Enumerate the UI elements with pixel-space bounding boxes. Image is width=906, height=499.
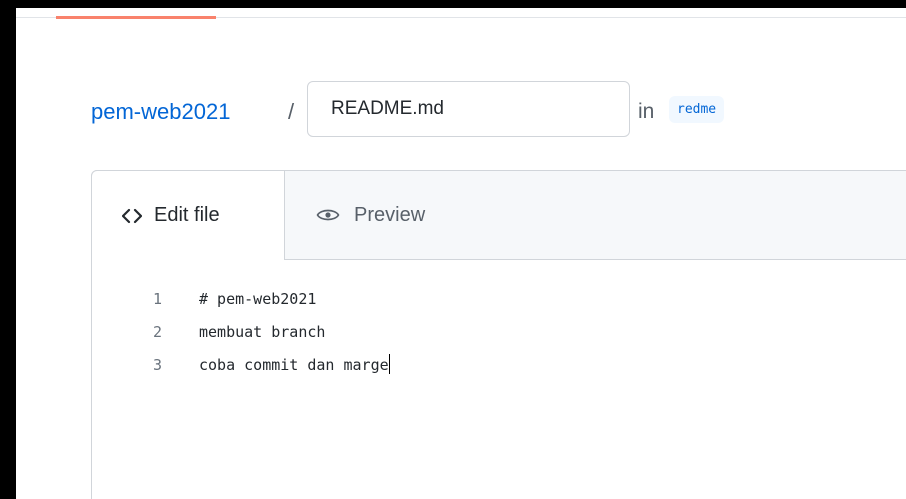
line-text: coba commit dan marge [199,356,389,374]
repo-link[interactable]: pem-web2021 [91,98,230,126]
line-number: 3 [152,356,162,374]
editor-tabbar: Edit file Preview [91,170,906,260]
line-text-with-cursor: coba commit dan marge [199,349,390,382]
screenshot-frame: pem-web2021 / in redme Edit file [0,0,906,499]
active-nav-indicator [56,16,216,19]
code-icon [122,208,142,224]
code-line: 1 # pem-web2021 [92,283,906,316]
line-number: 2 [152,323,162,341]
code-line: 3 coba commit dan marge [92,349,906,382]
line-text: membuat branch [199,323,326,341]
breadcrumb-separator: / [288,99,295,124]
tab-preview[interactable]: Preview [316,171,425,259]
line-number: 1 [152,290,162,308]
tab-edit-file-label: Edit file [154,204,220,226]
tab-edit-file[interactable]: Edit file [91,170,285,260]
page: pem-web2021 / in redme Edit file [16,8,906,499]
in-label: in [638,100,655,123]
tab-preview-label: Preview [354,203,426,226]
branch-badge[interactable]: redme [669,96,725,123]
filename-input[interactable] [307,81,630,137]
text-cursor [388,354,390,374]
code-area[interactable]: 1 # pem-web2021 2 membuat branch 3 coba … [92,283,906,382]
code-line: 2 membuat branch [92,316,906,349]
eye-icon [316,207,340,223]
line-text: # pem-web2021 [199,290,317,308]
file-editor: Edit file Preview 1 # pem-web2021 2 memb… [91,170,906,499]
